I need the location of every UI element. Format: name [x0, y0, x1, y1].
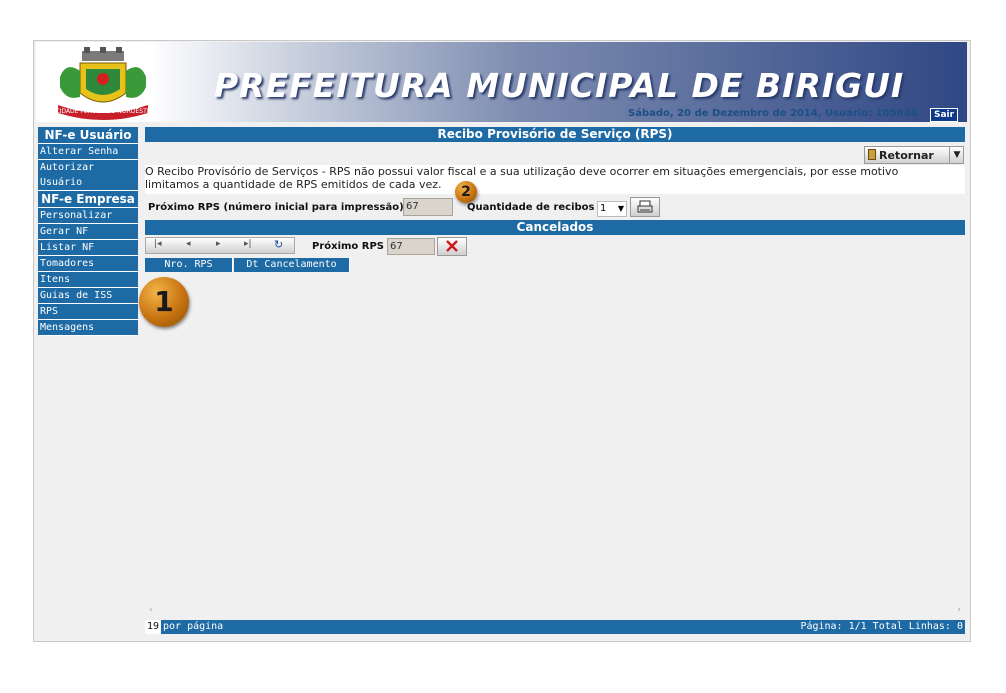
door-exit-icon: [868, 149, 876, 160]
quantity-select-value: 1: [600, 203, 607, 214]
column-header-nro-rps[interactable]: Nro. RPS: [145, 258, 233, 272]
next-rps-label: Próximo RPS (número inicial para impress…: [148, 202, 404, 213]
cancel-next-rps-input[interactable]: 67: [387, 238, 435, 255]
scroll-left-icon[interactable]: ‹: [149, 605, 153, 615]
print-button[interactable]: [630, 197, 660, 217]
city-crest-logo: CIDADE PÉROLA DO NOROESTE: [55, 47, 151, 120]
per-page-label: por página: [163, 621, 224, 632]
sidebar-item-gerar-nf[interactable]: Gerar NF: [38, 224, 138, 240]
sidebar-item-guias-iss[interactable]: Guias de ISS: [38, 288, 138, 304]
refresh-icon[interactable]: ↻: [274, 238, 283, 251]
first-page-icon[interactable]: |◂: [154, 239, 162, 249]
sidebar-item-itens[interactable]: Itens: [38, 272, 138, 288]
per-page-input[interactable]: 19: [145, 620, 161, 634]
info-text: O Recibo Provisório de Serviços - RPS nã…: [145, 165, 965, 194]
page-status: Página: 1/1 Total Linhas: 0: [800, 621, 963, 632]
quantity-label: Quantidade de recibos: [467, 202, 595, 213]
next-page-icon[interactable]: ▸: [216, 239, 221, 249]
sidebar-item-autorizar-usuario[interactable]: Autorizar Usuário: [38, 160, 138, 191]
info-line-2: limitamos a quantidade de RPS emitidos d…: [145, 178, 442, 191]
quantity-select[interactable]: 1 ▼: [597, 201, 627, 217]
pager-toolbar: |◂ ◂ ▸ ▸| ↻: [145, 237, 295, 254]
info-line-1: O Recibo Provisório de Serviços - RPS nã…: [145, 165, 899, 178]
sidebar-item-listar-nf[interactable]: Listar NF: [38, 240, 138, 256]
sidebar-section-nfe-usuario: NF-e Usuário: [38, 127, 138, 144]
cancel-rps-button[interactable]: [437, 237, 467, 256]
last-page-icon[interactable]: ▸|: [244, 239, 252, 249]
printer-icon: [637, 200, 653, 213]
sidebar-item-personalizar[interactable]: Personalizar: [38, 208, 138, 224]
sidebar-item-tomadores[interactable]: Tomadores: [38, 256, 138, 272]
prev-page-icon[interactable]: ◂: [186, 239, 191, 249]
sidebar-item-alterar-senha[interactable]: Alterar Senha: [38, 144, 138, 160]
red-x-icon: [446, 240, 458, 252]
sidebar-item-rps[interactable]: RPS: [38, 304, 138, 320]
sidebar-section-nfe-empresa: NF-e Empresa: [38, 191, 138, 208]
section-title-cancelados: Cancelados: [145, 220, 965, 235]
chevron-down-icon[interactable]: ▼: [949, 147, 964, 163]
horizontal-scrollbar[interactable]: ‹ ›: [145, 605, 965, 617]
page-title: PREFEITURA MUNICIPAL DE BIRIGUI: [214, 66, 905, 105]
step-badge-2: 2: [455, 181, 477, 203]
sidebar-menu: NF-e Usuário Alterar Senha Autorizar Usu…: [38, 127, 138, 336]
logout-button[interactable]: Sair: [930, 108, 959, 122]
grid-footer: 19 por página Página: 1/1 Total Linhas: …: [145, 620, 965, 634]
date-user-info: Sábado, 20 de Dezembro de 2014, Usuário:…: [628, 108, 918, 119]
back-button-label: Retornar: [879, 149, 934, 162]
crest-banner-text: CIDADE PÉROLA DO NOROESTE: [55, 107, 150, 115]
scroll-right-icon[interactable]: ›: [957, 605, 961, 615]
chevron-down-icon: ▼: [617, 204, 624, 213]
step-badge-1: 1: [139, 277, 189, 327]
sidebar-item-mensagens[interactable]: Mensagens: [38, 320, 138, 336]
cancel-next-rps-label: Próximo RPS: [312, 241, 385, 252]
next-rps-input[interactable]: 67: [403, 198, 453, 216]
column-header-dt-cancelamento[interactable]: Dt Cancelamento: [234, 258, 350, 272]
section-title-rps: Recibo Provisório de Serviço (RPS): [145, 127, 965, 142]
back-button[interactable]: Retornar ▼: [864, 146, 964, 164]
